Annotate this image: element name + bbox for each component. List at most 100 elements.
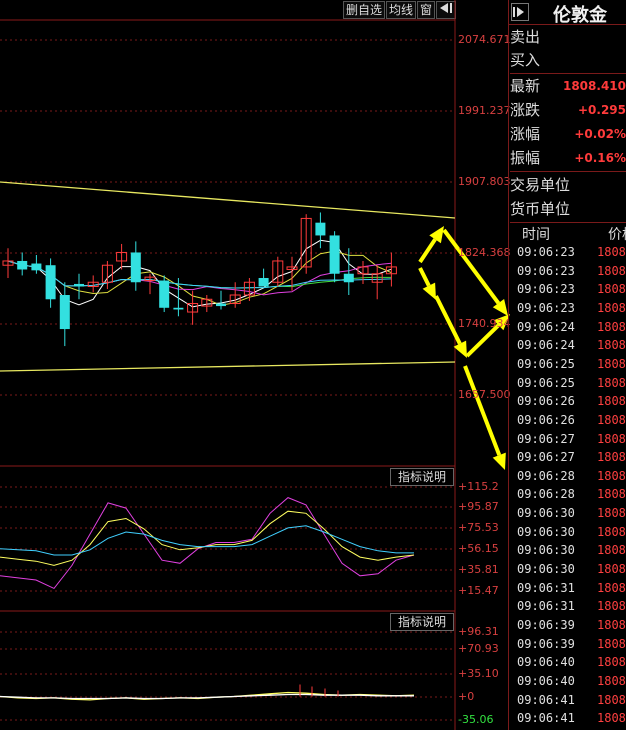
tick-price: 1808. <box>597 468 626 483</box>
tick-time: 09:06:26 <box>517 394 575 409</box>
indicator-1-line <box>0 525 414 556</box>
tick-time: 09:06:23 <box>517 282 575 297</box>
sell-label: 卖出 <box>510 28 541 46</box>
support-trendline <box>0 361 456 372</box>
candle-body <box>130 252 141 283</box>
price-axis-label: 1907.803 <box>458 175 511 188</box>
candle-body <box>173 307 184 310</box>
candle-body <box>159 280 170 308</box>
annotation-arrow-shaft <box>463 365 502 456</box>
candlesticks <box>2 212 397 347</box>
trade-unit-row: 交易单位 <box>510 174 626 198</box>
tick-time: 09:06:30 <box>517 543 575 558</box>
tick-time: 09:06:23 <box>517 245 575 259</box>
tick-time: 09:06:28 <box>517 487 575 502</box>
latest-label: 最新 <box>510 77 541 95</box>
tick-price: 1808. <box>597 245 626 259</box>
candle-body <box>59 295 70 330</box>
tick-price: 1808. <box>597 524 626 539</box>
currency-unit-row: 货币单位 <box>510 198 626 223</box>
sell-row: 卖出 <box>510 26 626 50</box>
amplitude-label: 振幅 <box>510 149 541 167</box>
latest-row: 最新 1808.410 <box>510 75 626 99</box>
change-pct-value: +0.02% <box>574 127 626 141</box>
annotation-arrow-head <box>492 452 506 470</box>
currency-unit-label: 货币单位 <box>510 200 571 218</box>
change-value: +0.295 <box>577 103 626 117</box>
indicator-1-info-button[interactable]: 指标说明 <box>390 468 454 486</box>
tick-price: 1808. <box>597 375 626 390</box>
tick-price: 1808. <box>597 487 626 502</box>
price-axis-label: 1740.934 <box>458 317 511 330</box>
latest-value: 1808.410 <box>562 79 626 93</box>
candle-body <box>74 283 84 287</box>
indicator-1-axis-label: +35.81 <box>458 563 499 576</box>
tick-price: 1808. <box>597 431 626 446</box>
tick-time: 09:06:41 <box>517 692 575 707</box>
collapse-left-icon[interactable] <box>511 3 529 21</box>
buy-row: 买入 <box>510 49 626 74</box>
candle-body <box>45 265 56 300</box>
tick-price: 1808. <box>597 618 626 632</box>
instrument-title: 伦敦金 <box>553 5 607 26</box>
tick-price: 1808. <box>597 673 626 688</box>
change-label: 涨跌 <box>510 101 541 119</box>
tick-price: 1808. <box>597 394 626 409</box>
quote-header: 伦敦金 <box>509 0 626 26</box>
tick-time: 09:06:30 <box>517 562 575 577</box>
tick-time: 09:06:28 <box>517 468 575 483</box>
resistance-trendline <box>0 181 456 219</box>
indicator-1-axis-label: +15.47 <box>458 584 499 597</box>
tick-time: 09:06:25 <box>517 356 575 371</box>
indicator-1-lines <box>0 497 415 590</box>
candle-body <box>343 273 354 283</box>
tick-time: 09:06:25 <box>517 375 575 390</box>
indicator-1-axis-label: +115.2 <box>458 480 499 493</box>
tick-time: 09:06:30 <box>517 524 575 539</box>
tick-time: 09:06:41 <box>517 711 575 726</box>
indicator-1-axis-label: +56.15 <box>458 542 499 555</box>
tick-time: 09:06:24 <box>517 319 575 334</box>
tick-price: 1808. <box>597 356 626 371</box>
price-axis-label: 1657.500 <box>458 388 511 401</box>
tick-price: 1808. <box>597 338 626 353</box>
change-pct-row: 涨幅 +0.02% <box>510 123 626 147</box>
tick-price: 1808. <box>597 692 626 707</box>
candle-body <box>258 277 269 287</box>
candle-body <box>216 303 226 307</box>
indicator-2-info-button[interactable]: 指标说明 <box>390 613 454 631</box>
annotation-arrow-shaft <box>442 228 501 305</box>
trend-lines <box>0 181 456 372</box>
tick-price: 1808. <box>597 263 626 278</box>
tick-price: 1808. <box>597 655 626 670</box>
price-axis-label: 2074.671 <box>458 33 511 46</box>
tick-price: 1808. <box>597 319 626 334</box>
tick-time: 09:06:39 <box>517 636 575 651</box>
annotation-arrow-shaft <box>434 295 462 345</box>
tick-price: 1808. <box>597 300 626 315</box>
indicator-2-axis-label: +35.10 <box>458 667 499 680</box>
trade-unit-label: 交易单位 <box>510 176 571 194</box>
price-axis-label: 1824.368 <box>458 246 511 259</box>
annotation-arrows <box>418 226 510 470</box>
indicator-2-axis-label: +70.93 <box>458 642 499 655</box>
tick-price: 1808. <box>597 450 626 465</box>
indicator-2-axis-label: -35.06 <box>458 713 494 726</box>
indicator-1-axis-label: +75.53 <box>458 521 499 534</box>
candle-body <box>17 260 28 270</box>
tick-price: 1808. <box>597 599 626 614</box>
column-header-price: 价格 <box>608 227 626 243</box>
candle-body <box>329 235 340 274</box>
tick-time: 09:06:27 <box>517 450 575 465</box>
tick-time: 09:06:30 <box>517 506 575 521</box>
tick-price: 1808. <box>597 282 626 297</box>
candle-body <box>315 222 326 236</box>
indicator-1-axis-label: +95.87 <box>458 500 499 513</box>
chart-grid <box>0 0 456 730</box>
tick-price: 1808. <box>597 562 626 577</box>
candle-body <box>31 263 42 271</box>
tick-time: 09:06:26 <box>517 412 575 427</box>
tick-price: 1808. <box>597 543 626 558</box>
indicator-1-line <box>0 510 415 566</box>
indicator-2-axis-label: +0 <box>458 690 475 703</box>
